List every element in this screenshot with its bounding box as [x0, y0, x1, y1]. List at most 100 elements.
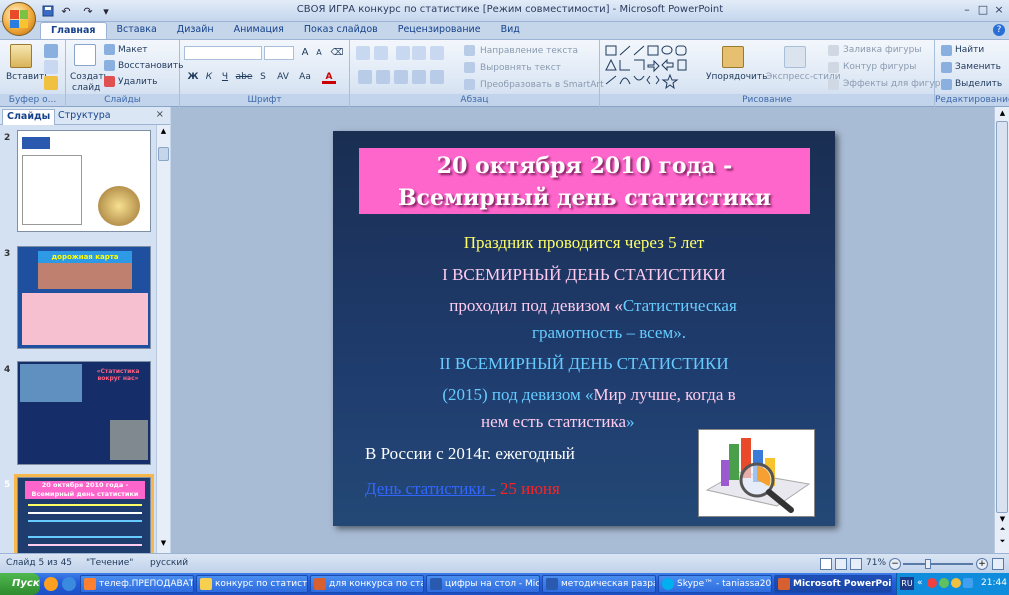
next-slide-icon[interactable]: ⏷	[997, 537, 1008, 546]
shape-fill-button[interactable]: Заливка фигуры	[843, 45, 921, 55]
taskbar-item[interactable]: цифры на стол - Micro...	[426, 575, 540, 593]
redo-icon[interactable]: ↷	[80, 3, 96, 19]
font-size-combo[interactable]	[264, 46, 294, 60]
layout-button[interactable]: Макет	[118, 45, 148, 55]
main-scrollbar[interactable]: ▲ ▼ ⏶ ⏷	[994, 107, 1009, 553]
shape-outline-button[interactable]: Контур фигуры	[843, 62, 916, 72]
taskbar-item[interactable]: Skype™ - taniassa2008	[658, 575, 772, 593]
tray-icon[interactable]	[939, 578, 949, 588]
arrange-button[interactable]: Упорядочить	[706, 72, 767, 82]
columns-icon[interactable]	[430, 70, 444, 84]
font-name-combo[interactable]	[184, 46, 262, 60]
numbering-icon[interactable]	[374, 46, 388, 60]
previous-slide-icon[interactable]: ⏶	[997, 525, 1008, 534]
thumbnail-slide-2[interactable]	[17, 130, 151, 232]
line-spacing-icon[interactable]	[430, 46, 444, 60]
scroll-up-icon[interactable]: ▲	[158, 127, 169, 138]
shrink-font-button[interactable]: A	[312, 46, 326, 60]
tray-icon[interactable]	[951, 578, 961, 588]
taskbar-item[interactable]: для конкурса по стат...	[310, 575, 424, 593]
normal-view-icon[interactable]	[820, 558, 832, 570]
tab-view[interactable]: Вид	[491, 22, 530, 39]
grow-font-button[interactable]: A	[298, 46, 312, 60]
increase-indent-icon[interactable]	[412, 46, 426, 60]
new-slide-icon[interactable]	[74, 44, 96, 66]
tab-home[interactable]: Главная	[40, 22, 107, 39]
sorter-view-icon[interactable]	[835, 558, 847, 570]
tab-design[interactable]: Дизайн	[167, 22, 224, 39]
text-direction-button[interactable]: Направление текста	[480, 46, 578, 56]
tab-insert[interactable]: Вставка	[107, 22, 167, 39]
minimize-button[interactable]: –	[960, 3, 974, 17]
scroll-thumb[interactable]	[996, 121, 1008, 513]
clear-format-icon[interactable]: ⌫	[330, 46, 344, 60]
chart-magnifier-image[interactable]	[698, 429, 815, 517]
save-icon[interactable]	[40, 3, 56, 19]
help-icon[interactable]: ?	[993, 24, 1005, 36]
zoom-in-icon[interactable]: +	[976, 558, 988, 570]
decrease-indent-icon[interactable]	[396, 46, 410, 60]
justify-icon[interactable]	[412, 70, 426, 84]
delete-button[interactable]: Удалить	[118, 77, 157, 87]
tray-icon[interactable]	[963, 578, 973, 588]
clock[interactable]: 21:44	[981, 578, 1007, 588]
zoom-level[interactable]: 71%	[866, 558, 886, 568]
align-center-icon[interactable]	[376, 70, 390, 84]
cut-icon[interactable]	[44, 44, 58, 58]
quick-styles-icon[interactable]	[784, 46, 806, 68]
font-color-icon[interactable]: A	[322, 70, 336, 84]
office-button[interactable]	[2, 2, 36, 36]
smartart-button[interactable]: Преобразовать в SmartArt	[480, 80, 604, 90]
format-painter-icon[interactable]	[44, 76, 58, 90]
slide-link[interactable]: День статистики -	[365, 479, 496, 498]
align-left-icon[interactable]	[358, 70, 372, 84]
taskbar-item[interactable]: методическая разраб...	[542, 575, 656, 593]
close-pane-icon[interactable]: ×	[156, 109, 164, 120]
start-button[interactable]: Пуск	[0, 573, 40, 595]
zoom-out-icon[interactable]: −	[889, 558, 901, 570]
thumbnail-slide-5[interactable]: 20 октября 2010 года - Всемирный день ст…	[14, 474, 154, 553]
find-button[interactable]: Найти	[955, 45, 984, 55]
tab-animation[interactable]: Анимация	[224, 22, 294, 39]
shadow-button[interactable]: S	[256, 70, 270, 84]
tab-review[interactable]: Рецензирование	[388, 22, 491, 39]
scroll-thumb[interactable]	[158, 147, 169, 161]
fit-window-icon[interactable]	[992, 558, 1004, 570]
thumbnail-slide-3[interactable]: дорожная карта	[17, 246, 151, 349]
tab-slideshow[interactable]: Показ слайдов	[294, 22, 388, 39]
align-right-icon[interactable]	[394, 70, 408, 84]
paste-icon[interactable]	[10, 44, 32, 68]
tray-expand-icon[interactable]: «	[917, 578, 923, 588]
bullets-icon[interactable]	[356, 46, 370, 60]
align-text-button[interactable]: Выровнять текст	[480, 63, 561, 73]
shapes-gallery-icon[interactable]	[604, 44, 694, 92]
restore-button[interactable]: □	[976, 3, 990, 17]
taskbar-item[interactable]: конкурс по статистик...	[196, 575, 308, 593]
firefox-icon[interactable]	[44, 577, 58, 591]
slide-canvas[interactable]: 20 октября 2010 года - Всемирный день ст…	[333, 131, 835, 526]
bold-button[interactable]: Ж	[186, 70, 200, 84]
thumbnail-slide-4[interactable]: «Статистика вокруг нас»	[17, 361, 151, 465]
scroll-down-icon[interactable]: ▼	[997, 515, 1008, 523]
case-button[interactable]: Aa	[296, 70, 314, 84]
reset-button[interactable]: Восстановить	[118, 61, 183, 71]
replace-button[interactable]: Заменить	[955, 62, 1001, 72]
language-indicator[interactable]: RU	[900, 577, 914, 590]
strike-button[interactable]: abe	[234, 70, 254, 84]
scroll-up-icon[interactable]: ▲	[997, 109, 1008, 117]
italic-button[interactable]: К	[202, 70, 216, 84]
slide-title-box[interactable]: 20 октября 2010 года - Всемирный день ст…	[359, 148, 810, 214]
slideshow-view-icon[interactable]	[850, 558, 862, 570]
scroll-down-icon[interactable]: ▼	[158, 539, 169, 550]
spacing-button[interactable]: AV	[274, 70, 292, 84]
taskbar-item-active[interactable]: Microsoft PowerPoin...	[774, 575, 892, 593]
language-indicator[interactable]: русский	[150, 558, 188, 568]
thumbnail-scrollbar[interactable]: ▲ ▼	[156, 125, 170, 553]
tray-icon[interactable]	[927, 578, 937, 588]
shape-effects-button[interactable]: Эффекты для фигур	[843, 79, 940, 89]
close-button[interactable]: ×	[992, 3, 1006, 17]
zoom-slider[interactable]	[903, 563, 973, 565]
select-button[interactable]: Выделить	[955, 79, 1002, 89]
customize-qat-icon[interactable]: ▾	[98, 3, 114, 19]
tab-outline[interactable]: Структура	[54, 109, 115, 125]
